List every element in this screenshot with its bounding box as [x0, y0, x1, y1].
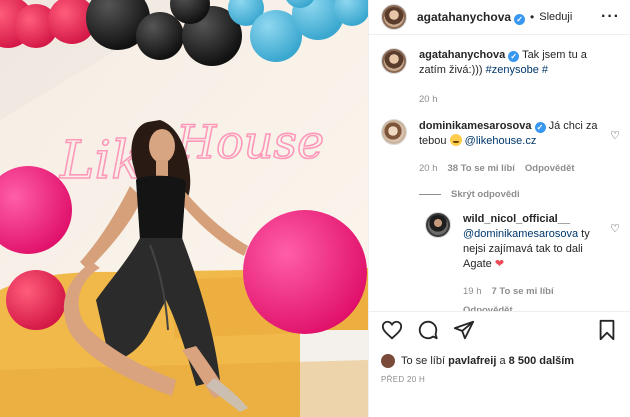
reply-like-icon[interactable]: ♡	[610, 222, 620, 235]
author-username[interactable]: agatahanychova	[417, 10, 511, 24]
caption: agatahanychova ✓ Tak jsem tu a zatím živá…	[381, 48, 620, 107]
reply-time[interactable]: 19 h	[463, 284, 482, 299]
likes-others[interactable]: 8 500 dalším	[509, 355, 574, 367]
svg-text:House: House	[175, 115, 324, 169]
reply-avatar[interactable]	[425, 212, 451, 238]
post-date[interactable]: PŘED 20 H	[381, 375, 618, 384]
hide-replies-label[interactable]: Skrýt odpovědi	[451, 189, 520, 200]
verified-icon: ✓	[508, 51, 520, 62]
post-sidebar: agatahanychova ✓ • Sleduji ··· agatahanyc…	[368, 0, 630, 417]
comment-time[interactable]: 20 h	[419, 161, 438, 176]
comment-item: dominikamesarosova ✓ Já chci za tebou @li…	[381, 119, 620, 176]
likes-prefix: To se líbí	[401, 355, 446, 367]
reply-item: wild_nicol_official__ @dominikamesarosov…	[425, 212, 620, 311]
comment-icon[interactable]	[417, 319, 439, 341]
caption-avatar[interactable]	[381, 48, 407, 74]
caption-hashtags[interactable]: #zenysobe #	[486, 64, 548, 76]
reply-reply-button[interactable]: Odpovědět	[463, 303, 513, 311]
follow-button[interactable]: Sleduji	[539, 11, 572, 23]
reply-mention[interactable]: @dominikamesarosova	[463, 228, 578, 240]
author-block: agatahanychova ✓	[417, 10, 526, 25]
author-avatar[interactable]	[381, 4, 407, 30]
comment-mention[interactable]: @likehouse.cz	[465, 135, 537, 147]
red-heart-emoji-icon: ❤	[494, 258, 505, 270]
hide-replies-toggle[interactable]: Skrýt odpovědi	[419, 189, 620, 200]
toggle-line	[419, 194, 441, 195]
heart-icon[interactable]	[381, 319, 403, 341]
comment-username[interactable]: dominikamesarosova	[419, 120, 532, 132]
bookmark-icon[interactable]	[596, 319, 618, 341]
share-icon[interactable]	[453, 319, 475, 341]
verified-icon: ✓	[514, 13, 526, 25]
post-image: Like House	[0, 0, 368, 417]
liker-avatar[interactable]	[381, 354, 395, 368]
post-actions: To se líbí pavlafreij a 8 500 dalším PŘE…	[369, 311, 630, 417]
post-photo[interactable]: Like House	[0, 0, 368, 417]
balloon-right	[243, 210, 367, 334]
reply-likes[interactable]: 7 To se mi líbí	[492, 284, 554, 299]
reply-username[interactable]: wild_nicol_official__	[463, 213, 570, 225]
likes-conj: a	[499, 355, 506, 367]
likes-summary: To se líbí pavlafreij a 8 500 dalším	[381, 354, 618, 368]
reply-button[interactable]: Odpovědět	[525, 161, 575, 176]
comments-list: agatahanychova ✓ Tak jsem tu a zatím živá…	[369, 36, 630, 311]
caption-time[interactable]: 20 h	[419, 92, 438, 107]
separator-dot: •	[530, 10, 535, 24]
comment-likes[interactable]: 38 To se mi líbí	[448, 161, 515, 176]
caption-username[interactable]: agatahanychova	[419, 49, 505, 61]
post-header: agatahanychova ✓ • Sleduji ···	[369, 0, 630, 35]
smile-emoji-icon	[449, 134, 462, 146]
liker-username[interactable]: pavlafreij	[448, 355, 496, 367]
comment-like-icon[interactable]: ♡	[610, 129, 620, 142]
more-icon[interactable]: ···	[601, 8, 620, 26]
verified-icon: ✓	[534, 122, 546, 133]
comment-avatar[interactable]	[381, 119, 407, 145]
